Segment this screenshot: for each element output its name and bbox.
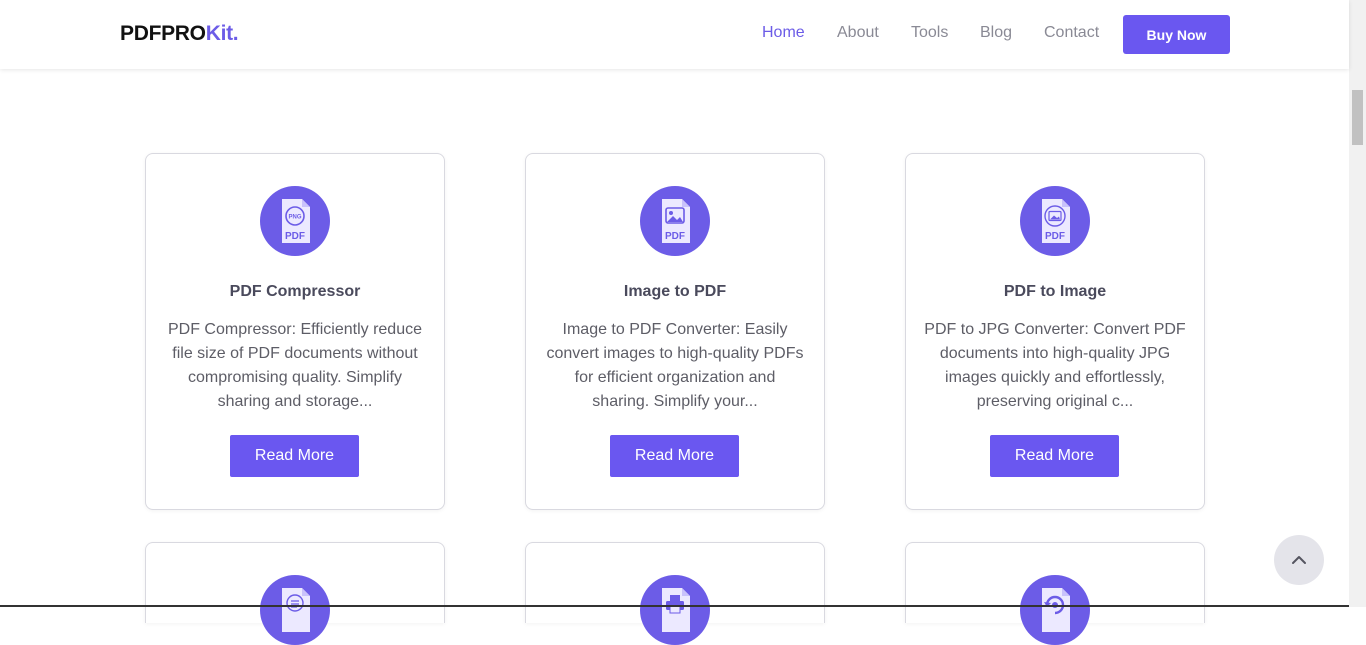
document-list-icon [260, 575, 330, 645]
logo-main-text: PDFPRO [120, 22, 206, 45]
tool-card-image-to-pdf: PDF Image to PDF Image to PDF Converter:… [525, 153, 825, 510]
card-description: Image to PDF Converter: Easily convert i… [546, 321, 804, 410]
pdf-to-image-icon: PDF [1020, 186, 1090, 256]
tool-card-partial [145, 542, 445, 645]
rotate-document-icon [1020, 575, 1090, 645]
card-title: Image to PDF [623, 283, 727, 300]
icon-pdf-label: PDF [1045, 231, 1065, 242]
page-scrollbar[interactable] [1349, 0, 1366, 607]
scrollbar-thumb[interactable] [1352, 90, 1363, 145]
card-description: PDF to JPG Converter: Convert PDF docume… [924, 321, 1186, 410]
tool-card-pdf-compressor: PNG PDF PDF Compressor PDF Compressor: E… [145, 153, 445, 510]
chevron-up-icon [1292, 556, 1306, 564]
nav-about-link[interactable]: About [837, 24, 879, 42]
buy-now-button[interactable]: Buy Now [1123, 15, 1230, 54]
card-title: PDF Compressor [229, 283, 361, 300]
nav-tools-link[interactable]: Tools [911, 24, 948, 42]
icon-pdf-label: PDF [665, 231, 685, 242]
print-document-icon [640, 575, 710, 645]
tool-card-partial [525, 542, 825, 645]
site-logo[interactable]: PDFPROKit. [120, 22, 239, 46]
svg-text:PNG: PNG [288, 215, 301, 221]
nav-blog-link[interactable]: Blog [980, 24, 1012, 42]
logo-accent-text: Kit. [205, 22, 239, 45]
icon-pdf-label: PDF [285, 231, 305, 242]
tool-card-pdf-to-image: PDF PDF to Image PDF to JPG Converter: C… [905, 153, 1205, 510]
png-to-pdf-icon: PNG PDF [260, 186, 330, 256]
tool-card-partial [905, 542, 1205, 645]
read-more-button[interactable]: Read More [610, 435, 739, 477]
read-more-button[interactable]: Read More [230, 435, 359, 477]
card-description: PDF Compressor: Efficiently reduce file … [167, 321, 422, 410]
back-to-top-button[interactable] [1274, 535, 1324, 585]
read-more-button[interactable]: Read More [990, 435, 1119, 477]
nav-contact-link[interactable]: Contact [1044, 24, 1099, 42]
image-to-pdf-icon: PDF [640, 186, 710, 256]
nav-home-link[interactable]: Home [762, 24, 805, 42]
card-title: PDF to Image [1003, 283, 1107, 300]
site-header: PDFPROKit. Home About Tools Blog Contact… [0, 0, 1349, 69]
